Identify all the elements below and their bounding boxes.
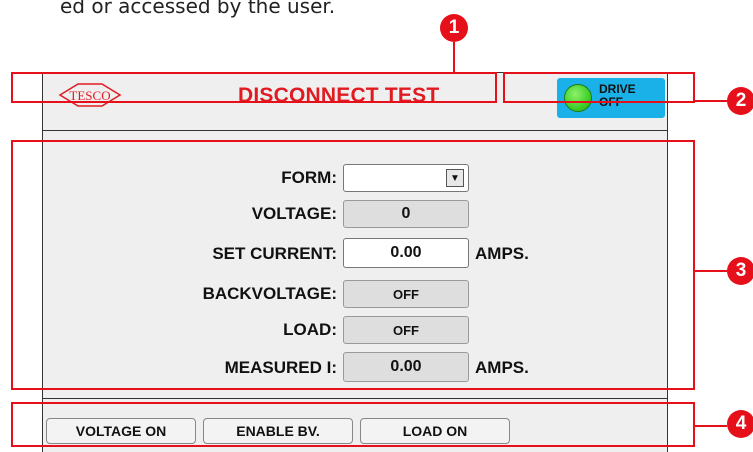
callout-badge-2: 2 (727, 87, 753, 115)
callout-leader-4 (695, 425, 727, 427)
callout-leader-3 (695, 270, 727, 272)
callout-box-2 (503, 72, 695, 103)
callout-box-1 (11, 72, 497, 103)
form-bottom-divider (42, 398, 667, 399)
callout-box-4 (11, 402, 695, 447)
callout-leader-2 (695, 100, 727, 102)
callout-box-3 (11, 140, 695, 390)
intro-text: ed or accessed by the user. (60, 0, 336, 18)
callout-badge-3: 3 (727, 257, 753, 285)
callout-leader-1 (453, 42, 455, 72)
callout-badge-1: 1 (440, 14, 468, 42)
callout-badge-4: 4 (727, 410, 753, 438)
header-bottom-divider (42, 130, 667, 131)
